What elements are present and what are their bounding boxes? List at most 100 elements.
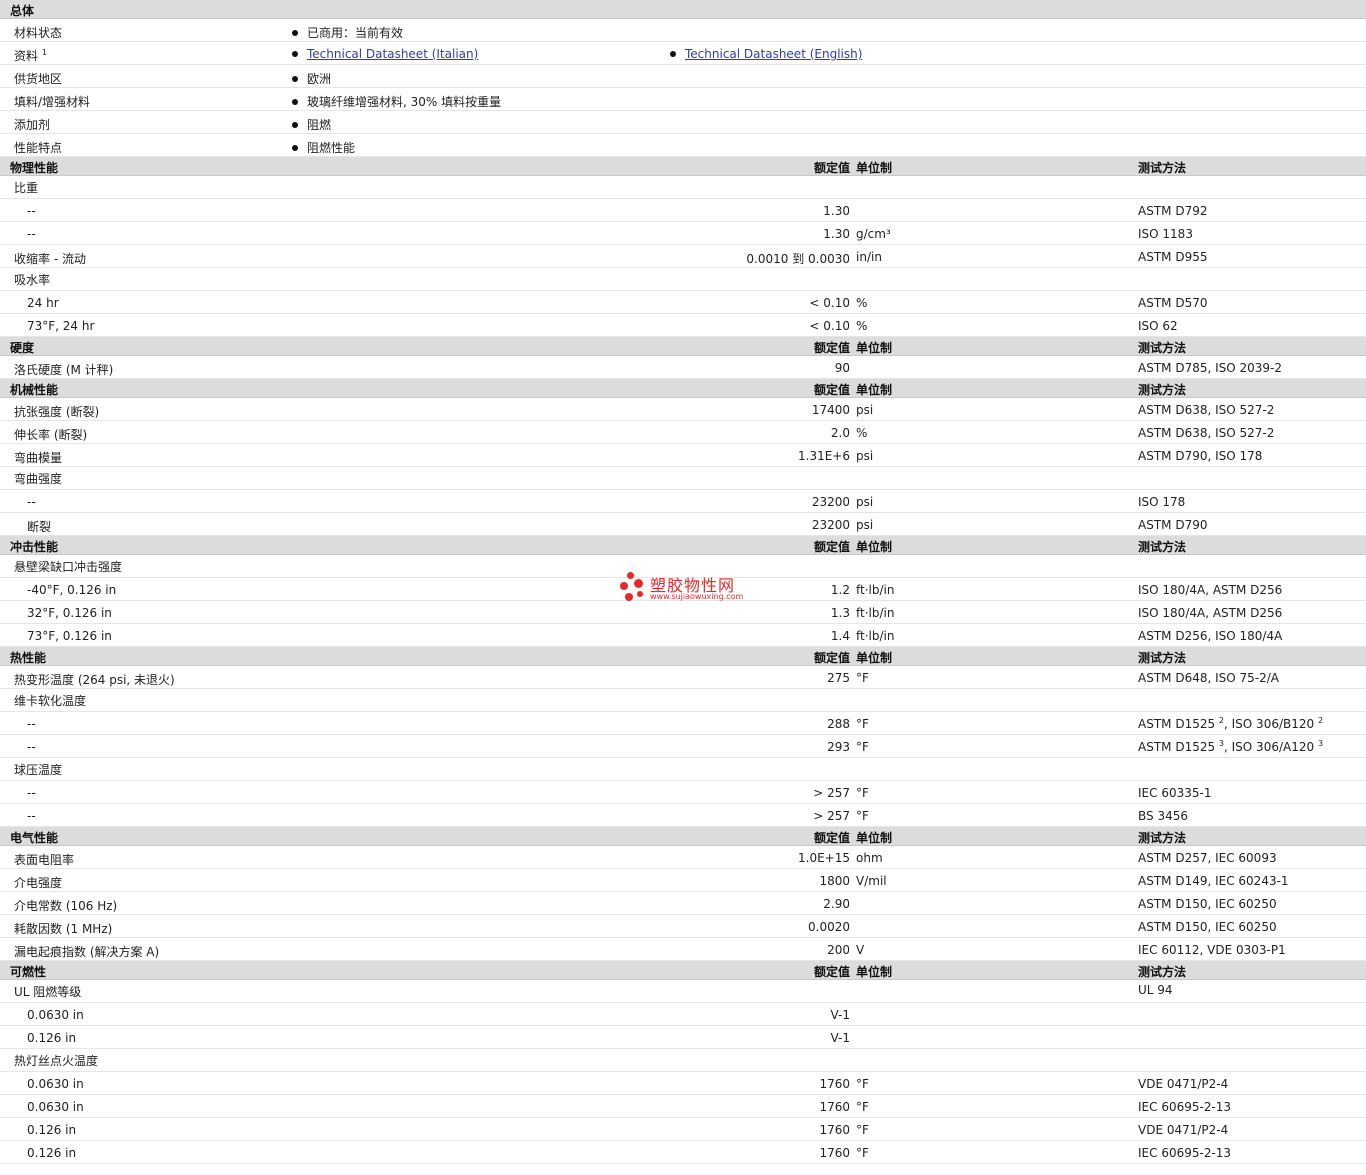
property-row: 0.126 in V-1 [0,1026,1366,1049]
section-header: 电气性能 额定值 单位制 测试方法 [0,827,1366,846]
section-header: 硬度 额定值 单位制 测试方法 [0,337,1366,356]
general-label: 材料状态 [14,24,62,41]
logo-dot-icon [625,593,633,601]
property-label: 0.126 in [27,1146,77,1160]
property-group-row: 吸水率 [0,268,1366,291]
test-method: ASTM D256, ISO 180/4A [1138,629,1283,643]
property-value: 23200 [811,495,850,509]
unit-column-header: 单位制 [856,341,893,355]
property-value: 1.30 [823,227,850,241]
property-unit: °F [856,786,869,800]
general-row: 供货地区 欧洲 [0,65,1366,88]
section-title: 冲击性能 [10,540,59,554]
bullet-icon [292,145,298,151]
test-method: ISO 180/4A, ASTM D256 [1138,606,1283,620]
section-title: 硬度 [10,341,35,355]
test-method: ISO 1183 [1138,227,1193,241]
property-label: 伸长率 (断裂) [14,428,88,442]
footnote-marker: 3 [1317,739,1324,748]
method-column-header: 测试方法 [1138,383,1187,397]
property-row: 介电强度 1800 V/mil ASTM D149, IEC 60243-1 [0,869,1366,892]
general-rows: 材料状态 已商用：当前有效 资料 1 Technical Datasheet (Ita… [0,19,1366,157]
property-unit: % [856,296,868,310]
property-row: 0.0630 in V-1 [0,1003,1366,1026]
property-value: 1.4 [830,629,850,643]
property-row: 24 hr < 0.10% ASTM D570 [0,291,1366,314]
value-column-header: 额定值 [813,651,850,665]
property-group-row: 比重 [0,176,1366,199]
property-label: 悬壁梁缺口冲击强度 [14,560,123,574]
bullet-icon [292,122,298,128]
property-unit: ft·lb/in [856,629,895,643]
test-method: IEC 60335-1 [1138,786,1212,800]
test-method: VDE 0471/P2-4 [1138,1123,1229,1137]
general-row: 材料状态 已商用：当前有效 [0,19,1366,42]
general-label-text: 供货地区 [14,72,63,86]
general-label-text: 资料 [14,49,39,63]
value-column-header: 额定值 [813,540,850,554]
logo-dot-icon [620,582,628,590]
property-label: 漏电起痕指数 (解决方案 A) [14,945,160,959]
test-method: IEC 60695-2-13 [1138,1100,1232,1114]
general-label-text: 添加剂 [14,118,51,132]
property-row: 伸长率 (断裂) 2.0% ASTM D638, ISO 527-2 [0,421,1366,444]
property-row: 介电常数 (106 Hz) 2.90 ASTM D150, IEC 60250 [0,892,1366,915]
general-item-text: 阻燃性能 [307,141,356,155]
property-label: 32°F, 0.126 in [27,606,112,620]
section-title: 机械性能 [10,383,59,397]
property-unit: psi [856,495,874,509]
test-method: ASTM D1525 2, ISO 306/B120 2 [1138,717,1323,732]
general-label-text: 材料状态 [14,26,63,40]
property-row: -- 1.30 ASTM D792 [0,199,1366,222]
property-label: 介电强度 [14,876,63,890]
property-row: -- 1.30 g/cm³ ISO 1183 [0,222,1366,245]
property-value: 200 [827,943,850,957]
property-row: 漏电起痕指数 (解决方案 A) 200 V IEC 60112, VDE 0303-P… [0,938,1366,961]
method-column-header: 测试方法 [1138,540,1187,554]
property-row: -- 288 °F ASTM D1525 2, ISO 306/B120 2 [0,712,1366,735]
bullet-icon [292,51,298,57]
test-method: ISO 180/4A, ASTM D256 [1138,583,1283,597]
property-row: 收缩率 - 流动 0.0010 到 0.0030 in/in ASTM D955 [0,245,1366,268]
general-row: 添加剂 阻燃 [0,111,1366,134]
section-title: 电气性能 [10,831,59,845]
unit-column-header: 单位制 [856,540,893,554]
property-group-row: 球压温度 [0,758,1366,781]
test-method: ASTM D570 [1138,296,1208,310]
datasheet-link[interactable]: Technical Datasheet (English) [685,47,862,61]
property-label: -- [27,495,36,509]
value-column-header: 额定值 [813,341,850,355]
section-header: 物理性能 额定值 单位制 测试方法 [0,157,1366,176]
property-label: 吸水率 [14,273,51,287]
test-method: ASTM D955 [1138,250,1208,264]
property-value: > 257 [813,786,850,800]
property-label: 耗散因数 (1 MHz) [14,922,113,936]
unit-column-header: 单位制 [856,965,893,979]
value-column-header: 额定值 [813,383,850,397]
property-row: 0.126 in 1760 °F VDE 0471/P2-4 [0,1118,1366,1141]
property-unit: in/in [856,250,882,264]
property-label: -- [27,740,36,754]
property-value: 288 [827,717,850,731]
logo-dot-icon [637,591,643,597]
general-row: 性能特点 阻燃性能 [0,134,1366,157]
property-label: -- [27,204,36,218]
property-label: 热灯丝点火温度 [14,1054,99,1068]
property-row: 弯曲模量 1.31E+6 psi ASTM D790, ISO 178 [0,444,1366,467]
property-row: -- 23200 psi ISO 178 [0,490,1366,513]
property-label: 洛氏硬度 (M 计秤) [14,363,114,377]
property-row: 抗张强度 (断裂) 17400 psi ASTM D638, ISO 527-2 [0,398,1366,421]
test-method: ASTM D150, IEC 60250 [1138,897,1277,911]
section-header: 可燃性 额定值 单位制 测试方法 [0,961,1366,980]
property-unit: °F [856,1077,869,1091]
datasheet-link[interactable]: Technical Datasheet (Italian) [307,47,478,61]
property-row: 洛氏硬度 (M 计秤) 90 ASTM D785, ISO 2039-2 [0,356,1366,379]
section-header: 热性能 额定值 单位制 测试方法 [0,647,1366,666]
property-value: V-1 [830,1008,850,1022]
general-item: 阻燃 [292,116,331,133]
property-value: 1760 [819,1077,850,1091]
general-item-text: 玻璃纤维增强材料, 30% 填料按重量 [307,95,502,109]
property-label: 维卡软化温度 [14,694,87,708]
watermark-url: www.sujiaowuxing.com [650,592,744,601]
property-unit: °F [856,809,869,823]
